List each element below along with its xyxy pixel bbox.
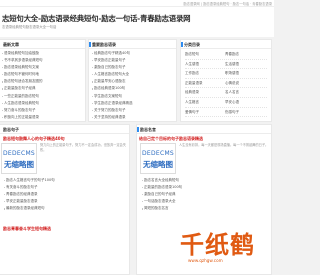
category-row: 爱情句子 伤感句子	[185, 108, 267, 118]
list-item[interactable]: 励志短句不管何时何地	[1, 71, 83, 78]
category-link[interactable]: 生活感悟	[225, 60, 239, 70]
quotes-title: 励志名言	[140, 127, 156, 132]
list-item[interactable]: 积极向上的正能量语录	[1, 114, 83, 121]
list-item[interactable]: 激励自己的句子经典	[141, 191, 227, 198]
category-link[interactable]: 人生感悟	[185, 60, 199, 70]
category-row: 励志短句 青春励志	[185, 50, 267, 60]
list-item[interactable]: 人生格言励志短句大全	[91, 71, 174, 78]
category-header: 分类目录	[181, 40, 271, 49]
list-item[interactable]: 语录经典短句加油鼓励	[1, 50, 83, 57]
category-link[interactable]: 伤感句子	[225, 108, 239, 118]
list-item[interactable]: 关于坚持的经典语录	[91, 114, 174, 121]
site-subtitle: 志语录经典短句励志语录大全一句话	[2, 25, 57, 29]
category-row: 人生感悟 生活感悟	[185, 60, 267, 70]
thumbnail-placeholder[interactable]: DEDECMS 无缩略图	[1, 143, 37, 174]
list-item[interactable]: 最新的励志语录经典短句	[3, 205, 127, 212]
list-item[interactable]: 励志人生格言句子的句子100句	[3, 177, 127, 184]
category-title: 分类目录	[184, 42, 200, 47]
list-item[interactable]: 书不求其多语录经典短句	[1, 57, 83, 64]
list-item[interactable]: 正能量早安心语励志	[91, 78, 174, 85]
category-link[interactable]: 正能量语录	[185, 79, 203, 89]
feature-description: 努力向上的正能量句子。努力不一定会成功，但放弃一定会失败。	[40, 143, 127, 152]
list-item[interactable]: 一句话励志语录大全	[141, 198, 227, 205]
thumb-text: 无缩略图	[4, 160, 34, 169]
category-link[interactable]: 心情说说	[225, 79, 239, 89]
list-item[interactable]: 励志短句适合发朋友圈的	[1, 78, 83, 85]
thumb-text: 无缩略图	[143, 160, 173, 169]
recommended-header: 重要励志语录	[89, 40, 176, 49]
thumb-brand: DEDECMS	[141, 150, 175, 157]
category-row: 正能量语录 心情说说	[185, 79, 267, 89]
category-row: 工作励志 职场感悟	[185, 69, 267, 79]
accent-bar	[137, 127, 139, 132]
new-articles-list: 语录经典短句加油鼓励 书不求其多语录经典短句 励志语录经典短句文案 励志短句不管…	[0, 49, 85, 121]
category-link[interactable]: 爱情句子	[185, 108, 199, 118]
feature-description: 人生没有彩排，每一天都是现场直播。每一个不曾起舞的日子。	[179, 143, 269, 147]
category-link[interactable]: 早安心语	[225, 98, 239, 108]
list-item[interactable]: 一些正能量的励志短句	[1, 93, 83, 100]
list-item[interactable]: 激励自己的励志句子	[91, 64, 174, 71]
list-item[interactable]: 正能量的励志语录100句	[141, 184, 227, 191]
sentences-box: 励志句子 励志短句鼓舞人心的句子精选40句 DEDECMS 无缩略图 努力向上的…	[0, 124, 130, 275]
new-articles-box: 最新文章 语录经典短句加油鼓励 书不求其多语录经典短句 励志语录经典短句文案 励…	[0, 39, 86, 122]
watermark-url: www.qzhgw.com	[188, 258, 223, 263]
list-item[interactable]: 励志经典语录100句	[91, 85, 174, 92]
accent-bar	[181, 42, 183, 47]
sentences-header: 励志句子	[0, 125, 129, 134]
accent-bar	[89, 42, 91, 47]
category-link[interactable]: 工作励志	[185, 69, 199, 79]
list-item[interactable]: 早安正能量励志语录	[3, 198, 127, 205]
category-row: 经典语录 名人名言	[185, 88, 267, 98]
list-item[interactable]: 有关奋斗的励志句子	[3, 184, 127, 191]
list-item[interactable]: 努力奋斗的励志句子	[1, 107, 83, 114]
top-bar: 励志语录网 | 励志语录经典短句 · 励志一句话 · 青春励志语录	[0, 0, 274, 7]
feature-title[interactable]: 励志短句鼓舞人心的句子精选40句	[3, 136, 65, 142]
feature-title[interactable]: 给自己定个目标的句子励志语录精选	[139, 136, 203, 142]
site-title[interactable]: 志短句大全-励志语录经典短句-励志一句话-青春励志语录网	[2, 13, 191, 24]
quotes-header: 励志名言	[137, 125, 271, 134]
quotes-list: 励志名言大全经典短句 正能量的励志语录100句 激励自己的句子经典 一句话励志语…	[139, 176, 229, 213]
list-item[interactable]: 励志名言大全经典短句	[141, 177, 227, 184]
thumbnail-placeholder[interactable]: DEDECMS 无缩略图	[140, 143, 176, 174]
recommended-title: 重要励志语录	[92, 42, 116, 47]
new-articles-title: 最新文章	[3, 42, 19, 47]
category-link[interactable]: 人生格言	[185, 98, 199, 108]
category-link[interactable]: 励志短句	[185, 50, 199, 60]
extra-title[interactable]: 励志青春奋斗学生短句精选	[3, 226, 51, 232]
category-link[interactable]: 职场感悟	[225, 69, 239, 79]
sentences-list: 励志人生格言句子的句子100句 有关奋斗的励志句子 青春励志的经典语录 早安正能…	[1, 176, 129, 213]
list-item[interactable]: 励志语录经典短句文案	[1, 64, 83, 71]
new-articles-header: 最新文章	[0, 40, 85, 49]
thumb-brand: DEDECMS	[2, 150, 36, 157]
list-item[interactable]: 人生励志语录经典短句	[1, 100, 83, 107]
recommended-list: 经典励志句子精选40句 早安励志正能量句子 激励自己的励志句子 人生格言励志短句…	[89, 49, 176, 121]
watermark: 千纸鹤 www.qzhgw.com	[178, 225, 270, 267]
category-link[interactable]: 名人名言	[225, 88, 239, 98]
recommended-box: 重要励志语录 经典励志句子精选40句 早安励志正能量句子 激励自己的励志句子 人…	[88, 39, 177, 122]
list-item[interactable]: 青春励志的经典语录	[3, 191, 127, 198]
watermark-text: 千纸鹤	[180, 231, 255, 259]
category-box: 分类目录 励志短句 青春励志 人生感悟 生活感悟 工作励志 职场感悟 正能量语录 心情说…	[180, 39, 272, 122]
category-row: 人生格言 早安心语	[185, 98, 267, 108]
list-item[interactable]: 学生励志文案短句	[91, 93, 174, 100]
list-item[interactable]: 正能量励志句子经典	[1, 85, 83, 92]
category-link[interactable]: 青春励志	[225, 50, 239, 60]
list-item[interactable]: 经典励志句子精选40句	[91, 50, 174, 57]
category-link[interactable]: 经典语录	[185, 88, 199, 98]
list-item[interactable]: 关于努力的励志句子	[91, 107, 174, 114]
site-header: 志短句大全-励志语录经典短句-励志一句话-青春励志语录网 志语录经典短句励志语录…	[0, 7, 274, 37]
list-item[interactable]: 早安励志正能量句子	[91, 57, 174, 64]
category-list: 励志短句 青春励志 人生感悟 生活感悟 工作励志 职场感悟 正能量语录 心情说说 经典语…	[181, 49, 271, 118]
list-item[interactable]: 学生励志正语录经典精选	[91, 100, 174, 107]
sentences-title: 励志句子	[3, 127, 19, 132]
top-links[interactable]: 励志语录网 | 励志语录经典短句 · 励志一句话 · 青春励志语录	[183, 1, 272, 6]
list-item[interactable]: 简短的励志名言	[141, 205, 227, 212]
